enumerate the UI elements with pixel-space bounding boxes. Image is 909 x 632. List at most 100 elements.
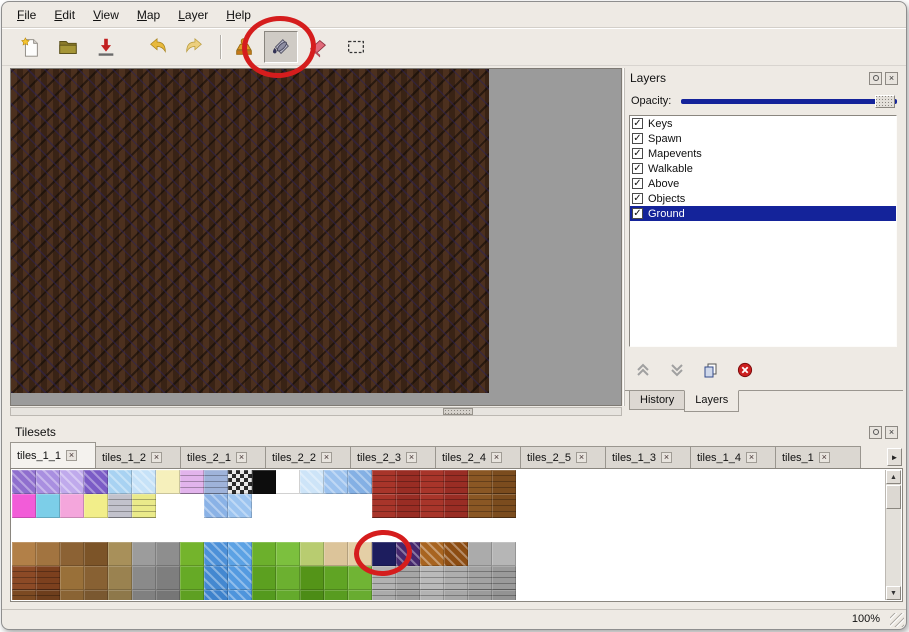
tileset-tile[interactable]	[12, 542, 36, 566]
tab-close-icon[interactable]: ×	[661, 452, 672, 463]
tileset-tile[interactable]	[156, 590, 180, 600]
tileset-tile[interactable]	[420, 590, 444, 600]
tileset-tile[interactable]	[420, 566, 444, 590]
tileset-tile[interactable]	[252, 542, 276, 566]
tileset-tile[interactable]	[372, 542, 396, 566]
select-tool-button[interactable]	[342, 33, 370, 61]
tileset-tile[interactable]	[420, 542, 444, 566]
duplicate-layer-button[interactable]	[699, 359, 723, 381]
tileset-tile[interactable]	[60, 470, 84, 494]
tileset-tile[interactable]	[300, 590, 324, 600]
tileset-tile[interactable]	[180, 542, 204, 566]
tileset-tile[interactable]	[372, 566, 396, 590]
open-map-button[interactable]	[54, 33, 82, 61]
tileset-tile[interactable]	[324, 566, 348, 590]
tileset-tile[interactable]	[204, 542, 228, 566]
tab-close-icon[interactable]: ×	[819, 452, 830, 463]
layer-visibility-checkbox[interactable]: ✓	[632, 133, 643, 144]
tileset-tile[interactable]	[324, 590, 348, 600]
tileset-tile[interactable]	[12, 470, 36, 494]
tileset-tile[interactable]	[468, 542, 492, 566]
tileset-tile[interactable]	[492, 542, 516, 566]
menu-file[interactable]: File	[8, 5, 45, 25]
eraser-tool-button[interactable]	[304, 33, 332, 61]
tileset-tile[interactable]	[492, 470, 516, 494]
layer-row-walkable[interactable]: ✓Walkable	[630, 161, 896, 176]
resize-grip[interactable]	[890, 613, 904, 627]
tileset-tile[interactable]	[60, 542, 84, 566]
tileset-tile[interactable]	[324, 470, 348, 494]
tileset-tab-tiles_2_4[interactable]: tiles_2_4×	[435, 446, 521, 468]
tab-close-icon[interactable]: ×	[151, 452, 162, 463]
tileset-tile[interactable]	[204, 590, 228, 600]
menu-edit[interactable]: Edit	[45, 5, 84, 25]
tileset-tile[interactable]	[84, 566, 108, 590]
tileset-tile[interactable]	[204, 566, 228, 590]
map-canvas[interactable]	[11, 69, 489, 393]
tileset-tile[interactable]	[276, 566, 300, 590]
fill-tool-button[interactable]	[264, 31, 298, 63]
lower-layer-button[interactable]	[665, 359, 689, 381]
tileset-tile[interactable]	[420, 494, 444, 518]
new-map-button[interactable]	[16, 33, 44, 61]
tileset-tile[interactable]	[108, 470, 132, 494]
tileset-tab-tiles_1_2[interactable]: tiles_1_2×	[95, 446, 181, 468]
layer-row-mapevents[interactable]: ✓Mapevents	[630, 146, 896, 161]
save-map-button[interactable]	[92, 33, 120, 61]
tab-scroll-right-button[interactable]: ►	[887, 448, 902, 466]
tileset-tile[interactable]	[132, 566, 156, 590]
tab-close-icon[interactable]: ×	[746, 452, 757, 463]
panel-close-button[interactable]: ×	[885, 72, 898, 85]
tileset-tile[interactable]	[468, 590, 492, 600]
tileset-tile[interactable]	[84, 542, 108, 566]
map-horizontal-scrollbar[interactable]	[10, 407, 622, 416]
tileset-tile[interactable]	[12, 590, 36, 600]
tileset-tile[interactable]	[36, 494, 60, 518]
tileset-tile[interactable]	[228, 590, 252, 600]
tileset-tile[interactable]	[228, 470, 252, 494]
tileset-tile[interactable]	[348, 566, 372, 590]
tileset-tile[interactable]	[372, 590, 396, 600]
tileset-tile[interactable]	[444, 494, 468, 518]
tab-close-icon[interactable]: ×	[576, 452, 587, 463]
tileset-tile[interactable]	[108, 566, 132, 590]
tileset-tile[interactable]	[396, 494, 420, 518]
tileset-tile[interactable]	[12, 566, 36, 590]
tileset-tile[interactable]	[420, 470, 444, 494]
tileset-tile[interactable]	[252, 470, 276, 494]
opacity-slider[interactable]	[681, 93, 897, 109]
tileset-tile[interactable]	[132, 542, 156, 566]
layer-visibility-checkbox[interactable]: ✓	[632, 148, 643, 159]
tab-close-icon[interactable]: ×	[406, 452, 417, 463]
tileset-tile[interactable]	[492, 494, 516, 518]
tileset-tile[interactable]	[468, 470, 492, 494]
tileset-tile[interactable]	[156, 566, 180, 590]
tab-history[interactable]: History	[629, 391, 685, 410]
delete-layer-button[interactable]	[733, 359, 757, 381]
tileset-tile[interactable]	[372, 494, 396, 518]
tileset-tile[interactable]	[204, 470, 228, 494]
tileset-tab-tiles_1_1[interactable]: tiles_1_1×	[10, 442, 96, 468]
tileset-tile[interactable]	[396, 542, 420, 566]
scrollbar-thumb[interactable]	[886, 485, 901, 509]
tileset-tile[interactable]	[444, 590, 468, 600]
tileset-tile[interactable]	[348, 590, 372, 600]
menu-map[interactable]: Map	[128, 5, 169, 25]
tileset-tile[interactable]	[300, 470, 324, 494]
tileset-tile[interactable]	[348, 470, 372, 494]
scrollbar-thumb[interactable]	[443, 408, 473, 415]
layer-visibility-checkbox[interactable]: ✓	[632, 208, 643, 219]
raise-layer-button[interactable]	[631, 359, 655, 381]
tileset-tile[interactable]	[372, 470, 396, 494]
layer-row-ground[interactable]: ✓Ground	[630, 206, 896, 221]
tileset-tile[interactable]	[396, 566, 420, 590]
tab-close-icon[interactable]: ×	[491, 452, 502, 463]
scroll-up-button[interactable]: ▲	[886, 470, 901, 484]
tileset-tile[interactable]	[108, 542, 132, 566]
tileset-tile[interactable]	[60, 566, 84, 590]
tileset-tab-tiles_2_1[interactable]: tiles_2_1×	[180, 446, 266, 468]
tileset-tile[interactable]	[492, 566, 516, 590]
tab-close-icon[interactable]: ×	[321, 452, 332, 463]
tileset-tile[interactable]	[84, 494, 108, 518]
tileset-tile[interactable]	[228, 566, 252, 590]
